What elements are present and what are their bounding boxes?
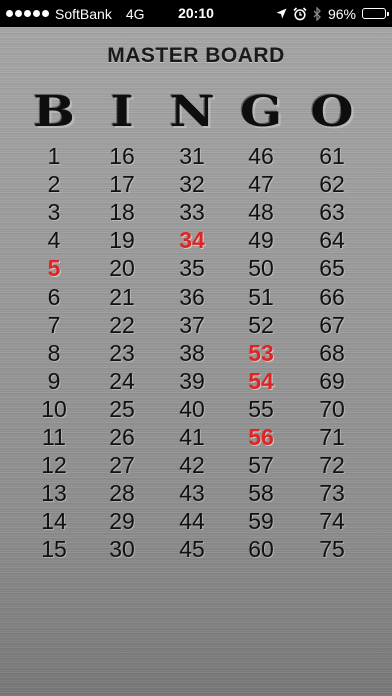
number-cell: 39: [179, 367, 205, 394]
number-cell: 43: [179, 480, 205, 507]
number-cell: 57: [248, 452, 274, 479]
number-cell: 48: [248, 199, 274, 226]
number-cell: 22: [109, 311, 135, 338]
number-cell: 50: [248, 255, 274, 282]
number-cell: 65: [319, 255, 345, 282]
number-cell: 73: [319, 480, 345, 507]
number-cell: 28: [109, 480, 135, 507]
bluetooth-icon: [313, 6, 321, 21]
number-cell: 61: [319, 143, 345, 169]
number-cell: 46: [248, 143, 274, 169]
status-bar-right: 96%: [276, 0, 389, 27]
number-cell: 69: [319, 367, 345, 394]
alarm-clock-icon: [293, 6, 307, 20]
number-cell: 55: [248, 395, 274, 422]
number-cell: 66: [319, 283, 345, 310]
number-cell: 49: [248, 227, 274, 254]
bingo-letter-o: O: [310, 87, 354, 136]
number-cell: 18: [109, 199, 135, 226]
number-cell: 31: [179, 143, 205, 169]
number-cell: 16: [109, 143, 135, 169]
number-cell: 42: [179, 452, 205, 479]
number-cell: 21: [109, 283, 135, 310]
number-cell: 25: [109, 395, 135, 422]
number-cell: 14: [41, 508, 67, 535]
bingo-letter-n: N: [169, 87, 215, 136]
number-cell: 12: [41, 452, 67, 479]
number-cell: 60: [248, 536, 274, 563]
number-cell: 20: [109, 255, 135, 282]
number-cell: 45: [179, 536, 205, 563]
master-board: MASTER BOARD BINGO 1 2 3 4 5 6 7 8 9 10 11 12 13 14 15…: [0, 27, 392, 696]
number-cell: 27: [109, 452, 135, 479]
number-cell: 36: [179, 283, 205, 310]
number-cell: 41: [179, 424, 205, 450]
status-bar: SoftBank 4G 20:10 96%: [0, 0, 392, 27]
number-cell: 11: [42, 424, 66, 450]
number-cell: 3: [47, 199, 61, 226]
number-cell: 64: [319, 227, 345, 254]
number-cell: 19: [109, 227, 135, 254]
battery-percent: 96%: [327, 5, 356, 22]
number-cell: 8: [47, 339, 61, 366]
number-cell: 7: [47, 311, 61, 338]
number-cell: 40: [179, 395, 205, 422]
called-number-cell: 54: [248, 367, 274, 394]
number-cell: 4: [47, 227, 61, 254]
number-cell: 38: [179, 339, 205, 366]
number-cell: 2: [47, 171, 61, 198]
called-number-cell: 5: [47, 255, 61, 282]
number-cell: 51: [248, 283, 274, 310]
number-cell: 15: [41, 536, 67, 563]
bingo-letter-i: I: [110, 87, 134, 136]
number-cell: 44: [179, 508, 205, 535]
number-cell: 58: [248, 480, 274, 507]
number-cell: 62: [319, 171, 345, 198]
called-number-cell: 56: [248, 424, 274, 450]
number-cell: 47: [248, 171, 274, 198]
number-cell: 26: [109, 424, 135, 450]
number-cell: 37: [179, 311, 205, 338]
number-cell: 52: [248, 311, 274, 338]
number-cell: 70: [319, 395, 345, 422]
number-cell: 67: [319, 311, 345, 338]
number-cell: 24: [109, 367, 135, 394]
number-cell: 30: [109, 536, 135, 563]
screen: SoftBank 4G 20:10 96% MASTER BOARD B I N…: [0, 0, 392, 696]
location-arrow-icon: [276, 8, 287, 19]
number-cell: 71: [319, 424, 345, 450]
number-cell: 33: [179, 199, 205, 226]
number-cell: 17: [109, 171, 135, 198]
number-cell: 9: [47, 367, 61, 394]
number-cell: 68: [319, 339, 345, 366]
board-title: MASTER BOARD: [107, 44, 285, 67]
number-cell: 23: [109, 339, 135, 366]
number-cell: 74: [319, 508, 345, 535]
number-cell: 59: [248, 508, 274, 535]
number-cell: 72: [319, 452, 345, 479]
number-cell: 29: [109, 508, 135, 535]
number-cell: 63: [319, 199, 345, 226]
number-cell: 13: [41, 480, 67, 507]
number-cell: 75: [319, 536, 345, 563]
bingo-letter-g: G: [239, 87, 283, 136]
number-cell: 32: [179, 171, 205, 198]
number-cell: 35: [179, 255, 205, 282]
number-cell: 1: [47, 143, 61, 169]
battery-icon: [362, 8, 389, 19]
number-cell: 10: [41, 395, 67, 422]
bingo-letter-b: B: [33, 87, 75, 136]
called-number-cell: 34: [179, 227, 205, 254]
called-number-cell: 53: [248, 339, 274, 366]
number-cell: 6: [47, 283, 61, 310]
